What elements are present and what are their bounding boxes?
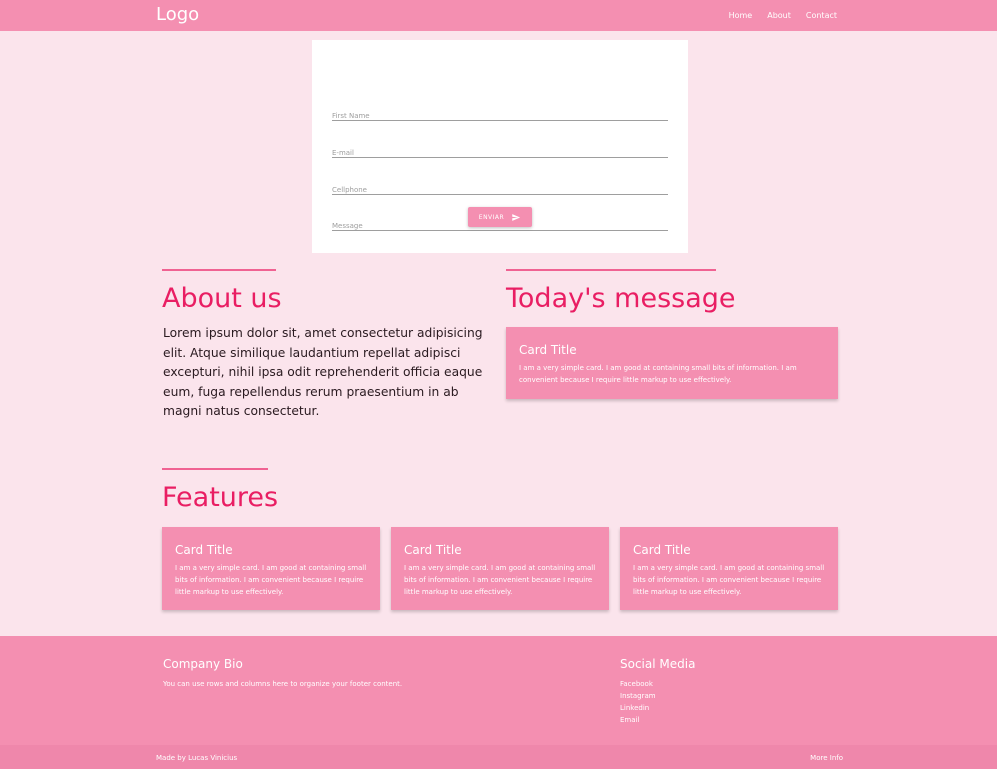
feature-card-1: Card Title I am a very simple card. I am…	[162, 527, 380, 610]
submit-button[interactable]: ENVIAR	[468, 207, 532, 227]
message-heading: Today's message	[506, 283, 736, 314]
card-title: Card Title	[404, 543, 462, 557]
navbar: Logo Home About Contact	[0, 0, 997, 31]
company-bio-text: You can use rows and columns here to org…	[163, 680, 403, 688]
message-card: Card Title I am a very simple card. I am…	[506, 327, 838, 399]
card-text: I am a very simple card. I am good at co…	[404, 564, 596, 596]
social-media-title: Social Media	[620, 657, 696, 671]
list-item: Instagram	[620, 690, 656, 702]
feature-card-3: Card Title I am a very simple card. I am…	[620, 527, 838, 610]
features-divider	[162, 468, 268, 470]
about-divider	[162, 269, 276, 271]
copyright-bar: Made by Lucas Vinicius More Info	[0, 745, 997, 769]
linkedin-link[interactable]: Linkedin	[620, 704, 649, 712]
email-field-wrapper	[332, 140, 668, 162]
facebook-link[interactable]: Facebook	[620, 680, 653, 688]
card-title: Card Title	[633, 543, 691, 557]
first-name-input[interactable]	[332, 107, 668, 125]
nav-link-contact[interactable]: Contact	[806, 11, 837, 20]
card-text: I am a very simple card. I am good at co…	[175, 564, 367, 596]
card-text: I am a very simple card. I am good at co…	[633, 564, 825, 596]
email-input[interactable]	[332, 144, 668, 162]
nav-link-about[interactable]: About	[767, 11, 791, 20]
social-links-list: Facebook Instagram Linkedin Email	[620, 678, 656, 726]
card-text: I am a very simple card. I am good at co…	[519, 364, 797, 384]
card-title: Card Title	[519, 343, 577, 357]
nav-link-home[interactable]: Home	[729, 11, 753, 20]
card-title: Card Title	[175, 543, 233, 557]
cellphone-field-wrapper	[332, 177, 668, 199]
submit-label: ENVIAR	[478, 213, 505, 221]
page-footer: Company Bio You can use rows and columns…	[0, 636, 997, 745]
logo-link[interactable]: Logo	[156, 4, 199, 25]
company-bio-title: Company Bio	[163, 657, 243, 671]
more-info-link[interactable]: More Info	[810, 754, 843, 762]
instagram-link[interactable]: Instagram	[620, 692, 656, 700]
features-heading: Features	[162, 482, 279, 513]
contact-form: ENVIAR	[312, 40, 688, 253]
copyright-text: Made by Lucas Vinicius	[156, 754, 238, 762]
email-link[interactable]: Email	[620, 716, 639, 724]
nav-links: Home About Contact	[729, 0, 837, 31]
message-divider	[506, 269, 716, 271]
first-name-field-wrapper	[332, 103, 668, 125]
cellphone-input[interactable]	[332, 181, 668, 199]
feature-card-2: Card Title I am a very simple card. I am…	[391, 527, 609, 610]
about-heading: About us	[162, 283, 282, 314]
list-item: Email	[620, 714, 656, 726]
list-item: Facebook	[620, 678, 656, 690]
list-item: Linkedin	[620, 702, 656, 714]
about-text: Lorem ipsum dolor sit, amet consectetur …	[163, 326, 483, 418]
send-icon	[512, 213, 521, 221]
